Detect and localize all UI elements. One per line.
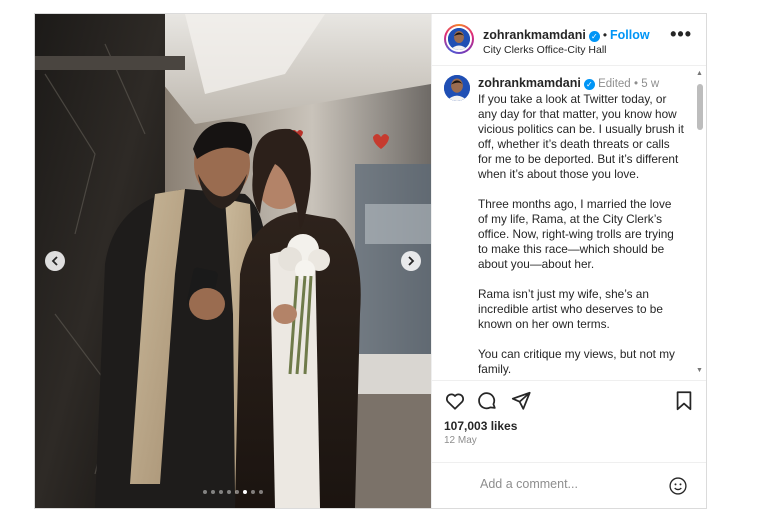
- edited-label: Edited: [598, 78, 631, 90]
- username-link[interactable]: zohrankmamdani: [483, 28, 586, 42]
- caption: zohrankmamdani ✓ Edited • 5 w If you take…: [478, 76, 684, 380]
- header-user-row: zohrankmamdani ✓ • Follow: [483, 26, 650, 44]
- post-date: 12 May: [444, 435, 477, 446]
- carousel-dot: [227, 490, 231, 494]
- caption-paragraph: You can critique my views, but not my fa…: [478, 347, 675, 376]
- carousel-dot: [203, 490, 207, 494]
- carousel-dot: [211, 490, 215, 494]
- carousel-dot: [243, 490, 247, 494]
- avatar[interactable]: [444, 75, 470, 101]
- carousel-indicator: [35, 490, 431, 494]
- post-card: zohrankmamdani ✓ • Follow City Clerks Offic…: [34, 13, 707, 509]
- post-side-panel: zohrankmamdani ✓ • Follow City Clerks Offic…: [431, 14, 706, 508]
- caption-scroll-area[interactable]: zohrankmamdani ✓ Edited • 5 w If you take…: [432, 66, 706, 381]
- scroll-thumb[interactable]: [697, 84, 703, 130]
- more-options-icon[interactable]: •••: [670, 25, 692, 43]
- scrollbar[interactable]: ▲ ▼: [696, 70, 704, 374]
- verified-badge-icon: ✓: [583, 79, 595, 90]
- share-icon[interactable]: [510, 390, 532, 417]
- carousel-dot: [219, 490, 223, 494]
- heart-icon[interactable]: [444, 390, 466, 417]
- chevron-right-icon: [407, 256, 415, 266]
- caption-username[interactable]: zohrankmamdani: [478, 76, 581, 90]
- post-header: zohrankmamdani ✓ • Follow City Clerks Offic…: [432, 14, 706, 66]
- avatar[interactable]: [444, 24, 474, 54]
- comment-icon[interactable]: [476, 390, 498, 417]
- profile-picture: [448, 28, 470, 50]
- scroll-up-icon[interactable]: ▲: [696, 70, 703, 77]
- scroll-down-icon[interactable]: ▼: [696, 367, 703, 374]
- caption-paragraph: Three months ago, I married the love of …: [478, 197, 674, 271]
- location-link[interactable]: City Clerks Office-City Hall: [483, 44, 607, 56]
- carousel-dot: [259, 490, 263, 494]
- post-photo[interactable]: [35, 14, 431, 508]
- separator: •: [633, 78, 639, 90]
- chevron-left-icon: [51, 256, 59, 266]
- verified-badge-icon: ✓: [588, 31, 600, 42]
- profile-picture: [444, 75, 470, 101]
- carousel-prev-button[interactable]: [45, 251, 65, 271]
- follow-button[interactable]: Follow: [610, 28, 650, 42]
- caption-paragraph: Rama isn’t just my wife, she’s an incred…: [478, 287, 663, 331]
- comment-bar: [432, 462, 706, 508]
- carousel-dot: [235, 490, 239, 494]
- like-count[interactable]: 107,003 likes: [444, 419, 517, 433]
- bookmark-icon[interactable]: [674, 390, 694, 417]
- wedding-photo: [35, 14, 431, 508]
- separator: •: [602, 28, 608, 42]
- carousel-dot: [251, 490, 255, 494]
- comment-input[interactable]: [480, 477, 660, 491]
- emoji-icon[interactable]: [668, 476, 688, 501]
- post-age: 5 w: [641, 78, 660, 90]
- action-bar: [432, 386, 706, 418]
- carousel-next-button[interactable]: [401, 251, 421, 271]
- caption-paragraph: If you take a look at Twitter today, or …: [478, 92, 684, 181]
